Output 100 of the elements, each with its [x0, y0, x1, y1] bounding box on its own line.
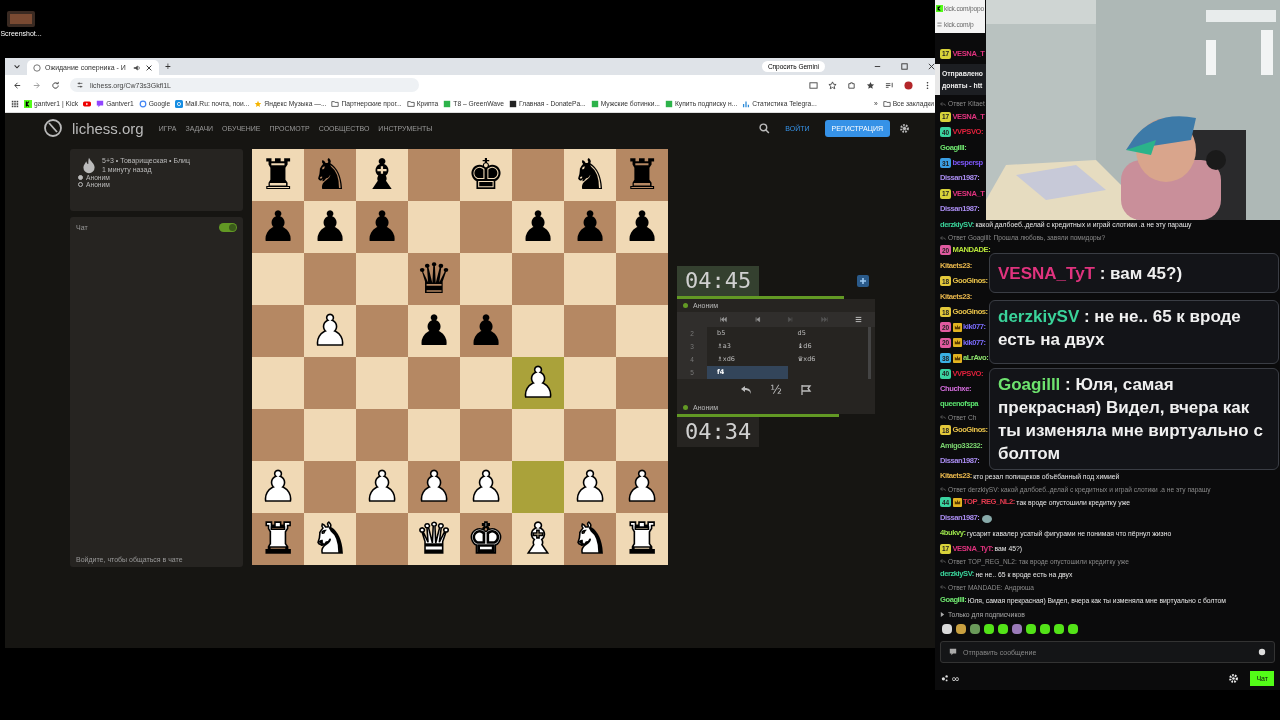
draw-button[interactable]: ½ — [770, 383, 782, 397]
star-icon[interactable] — [828, 80, 837, 90]
globe-icon — [33, 63, 41, 72]
board-square[interactable]: ♟ — [304, 201, 356, 253]
emote-icon[interactable] — [941, 623, 953, 635]
chess-piece[interactable]: ♞ — [571, 154, 609, 196]
board-square[interactable]: ♜ — [616, 149, 668, 201]
search-icon[interactable] — [759, 122, 771, 134]
emoji-icon[interactable] — [1258, 648, 1266, 656]
chevron-down-icon[interactable] — [13, 62, 21, 71]
bookmark-star-icon[interactable] — [866, 80, 875, 90]
speaker-icon[interactable] — [133, 63, 141, 72]
overlay-message: Goagilll : Юля, самая прекрасная) Видел, вчера как ты изменяла мне виртуально с болтом — [998, 375, 1263, 463]
chess-piece[interactable]: ♛ — [415, 258, 453, 300]
reply-icon — [940, 486, 946, 493]
reply-icon — [940, 558, 946, 565]
emote-icon[interactable] — [983, 623, 995, 635]
previous-move-icon[interactable] — [753, 316, 761, 323]
new-tab-button[interactable]: + — [165, 61, 171, 72]
chess-piece[interactable]: ♟ — [311, 206, 349, 248]
logo-icon[interactable] — [43, 118, 63, 138]
extensions-icon[interactable] — [847, 80, 856, 90]
chess-piece[interactable]: ♚ — [467, 154, 505, 196]
reply-icon — [940, 584, 946, 591]
emote-icon[interactable] — [1067, 623, 1079, 635]
chess-piece[interactable]: ♟ — [571, 206, 609, 248]
chess-piece[interactable]: ♜ — [259, 154, 297, 196]
chat-toggle[interactable] — [219, 223, 237, 232]
chess-piece[interactable]: ♟ — [467, 310, 505, 352]
star-icon — [254, 99, 263, 108]
maximize-icon[interactable] — [900, 62, 909, 71]
site-logo[interactable]: lichess.org — [72, 119, 144, 137]
reply-icon — [940, 100, 946, 107]
folder-icon — [882, 99, 891, 108]
reply-icon — [940, 234, 946, 241]
player-clock: 04:34 — [677, 417, 760, 447]
square-icon — [664, 99, 673, 108]
chess-piece[interactable]: ♝ — [363, 154, 401, 196]
k-logo-icon — [936, 4, 943, 12]
menu-icon[interactable] — [854, 316, 862, 323]
square-icon — [509, 99, 517, 108]
apps-icon[interactable] — [11, 99, 19, 108]
emote-icon[interactable] — [1025, 623, 1037, 635]
settings-icon[interactable] — [899, 122, 910, 134]
board-square[interactable]: ♜ — [252, 149, 304, 201]
board-square[interactable]: ♟ — [616, 201, 668, 253]
site-info-icon[interactable] — [76, 81, 84, 89]
folder-icon — [331, 99, 340, 108]
emote-icon[interactable] — [969, 623, 981, 635]
reply-icon — [940, 414, 946, 421]
board-square[interactable]: ♟ — [252, 201, 304, 253]
chart-icon — [742, 99, 751, 108]
image-icon[interactable] — [6, 10, 36, 28]
chess-piece[interactable]: ♟ — [519, 206, 557, 248]
board-square[interactable]: ♝ — [356, 149, 408, 201]
board-square[interactable]: ♞ — [304, 149, 356, 201]
users-icon[interactable] — [941, 674, 949, 682]
bookmark[interactable] — [83, 99, 92, 108]
avatar-icon[interactable] — [904, 80, 913, 90]
at-icon — [175, 99, 184, 108]
flame-icon — [82, 157, 96, 174]
back-icon[interactable] — [13, 80, 22, 90]
board-square[interactable]: ♟ — [408, 305, 460, 357]
board-square[interactable]: ♞ — [564, 149, 616, 201]
emote-icon[interactable] — [1053, 623, 1065, 635]
takeback-icon[interactable] — [740, 384, 753, 396]
add-time-icon[interactable] — [857, 275, 869, 287]
chess-piece[interactable]: ♟ — [623, 206, 661, 248]
square-icon — [590, 99, 599, 108]
board-square[interactable]: ♟ — [460, 305, 512, 357]
chess-piece[interactable]: ♜ — [623, 154, 661, 196]
chess-piece[interactable]: ♟ — [363, 206, 401, 248]
emote-icon[interactable] — [955, 623, 967, 635]
play-icon — [83, 99, 92, 108]
close-icon[interactable] — [145, 63, 153, 72]
flag-icon[interactable] — [799, 384, 812, 396]
overlay-message: VESNA_TyT : вам 45?) — [998, 262, 1183, 285]
overlay-message: derzkiySV : не не.. 65 к вроде есть на двух — [998, 307, 1241, 349]
close-icon[interactable] — [927, 62, 936, 71]
k-logo-icon — [24, 99, 32, 108]
caret-icon — [940, 612, 945, 617]
install-icon[interactable] — [809, 80, 818, 90]
chat-icon — [949, 648, 957, 656]
board-square[interactable]: ♛ — [408, 253, 460, 305]
board-square[interactable]: ♟ — [356, 201, 408, 253]
chess-piece[interactable]: ♟ — [415, 310, 453, 352]
media-icon[interactable] — [885, 80, 894, 90]
board-square[interactable]: ♟ — [564, 201, 616, 253]
chess-piece[interactable]: ♞ — [311, 154, 349, 196]
folder-icon — [406, 99, 415, 108]
forward-icon[interactable] — [32, 80, 41, 90]
viewer-count: ∞ — [952, 672, 960, 684]
reload-icon[interactable] — [51, 80, 60, 90]
board-square[interactable]: ♟ — [512, 201, 564, 253]
chess-piece[interactable]: ♟ — [259, 206, 297, 248]
opponent-clock: 04:45 — [677, 266, 760, 296]
board-square[interactable]: ♚ — [460, 149, 512, 201]
emote-icon[interactable] — [997, 623, 1009, 635]
first-move-icon[interactable] — [720, 316, 728, 323]
emote-icon[interactable] — [1039, 623, 1051, 635]
